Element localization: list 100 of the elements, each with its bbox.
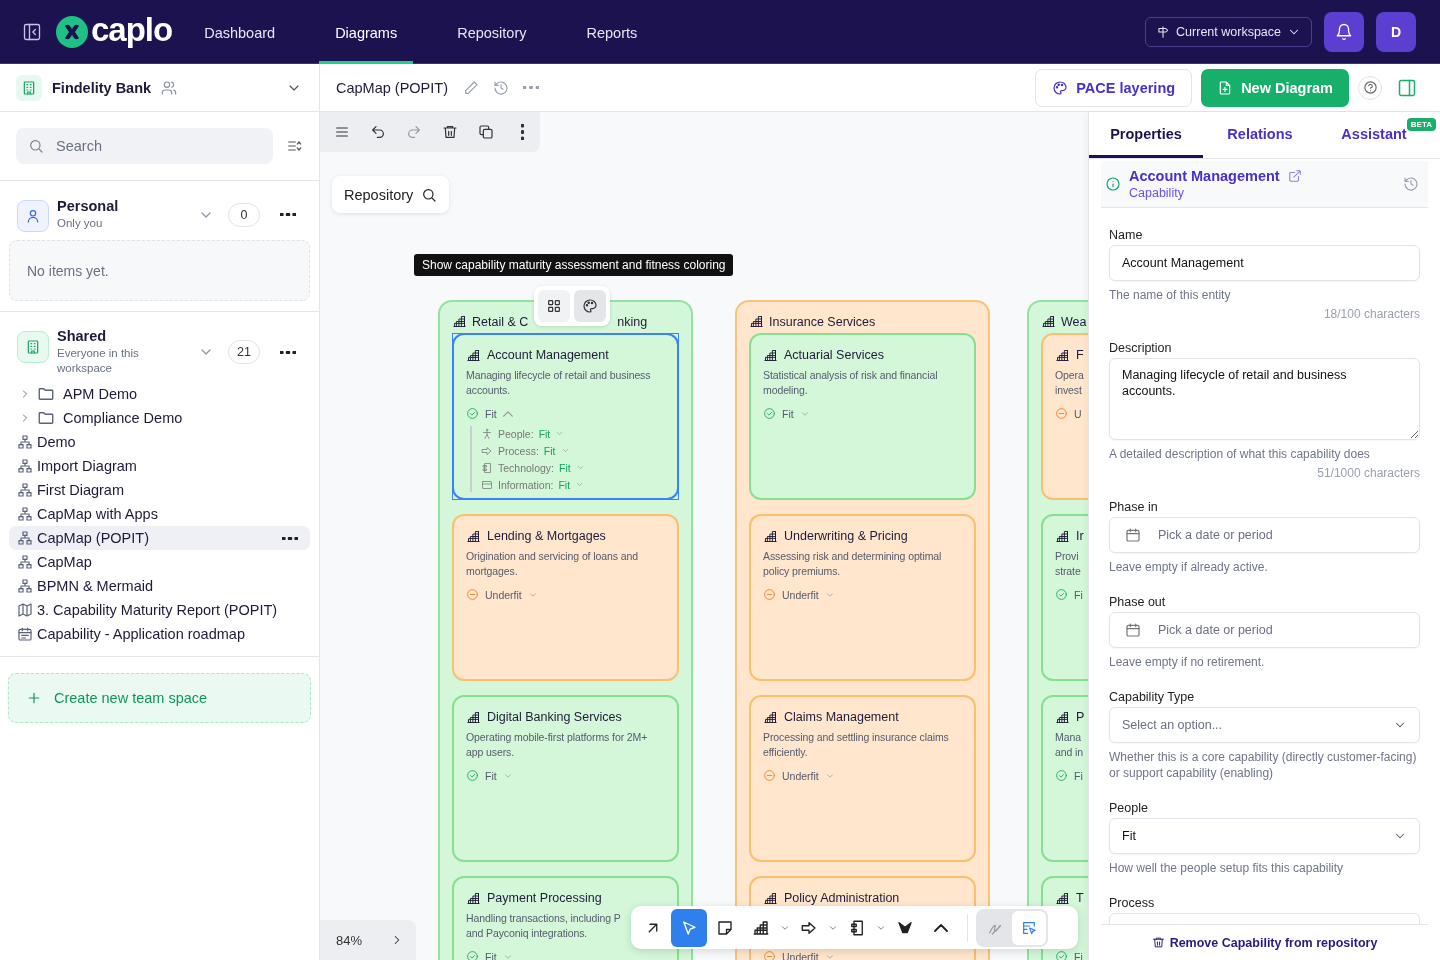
helper-text: A detailed description of what this capability does (1109, 446, 1371, 462)
layering-button[interactable]: PACE layering (1035, 68, 1193, 107)
bar-stack-icon (752, 918, 770, 937)
tree-item[interactable]: Import Diagram (9, 454, 310, 478)
minus-circle-icon (466, 588, 479, 601)
sidebar-toggle-button[interactable] (22, 21, 42, 42)
capability-card[interactable]: Ir Provi strate Fi (1041, 514, 1088, 681)
card-title: Ir (1076, 529, 1084, 543)
tree-item[interactable]: Compliance Demo (9, 406, 310, 430)
sticky-note-icon (716, 918, 734, 937)
panel-icon (1397, 77, 1417, 98)
avatar-button[interactable]: D (1376, 11, 1416, 52)
palette-view-button[interactable] (574, 290, 606, 322)
tree-item[interactable]: CapMap (9, 550, 310, 574)
capability-card[interactable]: Account Management Managing lifecycle of retail and business accounts. Fit People: Fit Process: Fit Technology: Fit Information: Fit (452, 333, 679, 500)
fitness-label: Fit (485, 950, 497, 960)
field-label: Phase out (1109, 595, 1167, 609)
fitness-label: Underfit (782, 769, 819, 782)
field-label: People (1109, 801, 1149, 815)
card-icon (481, 478, 493, 491)
card-title: Account Management (487, 348, 609, 362)
user-icon (25, 208, 41, 224)
bar-stack-icon (763, 347, 778, 363)
bar-stack-icon (466, 890, 481, 906)
plus-icon (26, 690, 42, 706)
nav-tab[interactable]: Diagrams (319, 2, 414, 64)
zoom-control[interactable]: 84% (320, 920, 416, 960)
folder-icon (37, 409, 55, 427)
notifications-button[interactable] (1324, 11, 1364, 52)
section-title: Personal (57, 198, 119, 214)
fitness-label: Underfit (782, 950, 819, 960)
select-field[interactable]: Fit (1109, 818, 1420, 854)
text-field[interactable]: Account Management (1109, 245, 1420, 281)
more-icon (523, 86, 539, 89)
tree-item[interactable]: CapMap with Apps (9, 502, 310, 526)
remove-button[interactable]: Remove Capability from repository (1151, 935, 1378, 950)
dimension-label: Process: (498, 444, 539, 457)
card-description: Assessing risk and determining optimal policy premiums. (763, 549, 942, 579)
character-counter: 51/1000 characters (1316, 466, 1420, 480)
capability-card[interactable]: Underwriting & Pricing Assessing risk and determining optimal policy premiums. Underfit (749, 514, 976, 681)
panel-tab[interactable]: Relations (1203, 112, 1317, 158)
bar-stack-icon (466, 347, 481, 363)
dimension-label: Information: (498, 478, 554, 491)
repository-button[interactable]: Repository (332, 176, 450, 213)
dimension-label: People: (498, 427, 534, 440)
tree-item[interactable]: Capability - Application roadmap (9, 622, 310, 646)
capability-card[interactable]: Digital Banking Services Operating mobile-first platforms for 2M+ app users. Fit (452, 695, 679, 862)
select-field[interactable]: Select an option... (1109, 707, 1420, 743)
card-description: Operating mobile-first platforms for 2M+ app users. (466, 730, 648, 760)
check-circle-icon (763, 407, 776, 420)
bar-stack-icon (1041, 314, 1056, 329)
calendar-icon (1125, 622, 1141, 638)
dimension-value: Fit (543, 444, 556, 457)
capability-card[interactable]: P Mana and in Fi (1041, 695, 1088, 862)
panel-tab[interactable]: Properties (1089, 112, 1203, 158)
capability-card[interactable]: Lending & Mortgages Origination and servicing of loans and mortgages. Underfit (452, 514, 679, 681)
capability-card[interactable]: Actuarial Services Statistical analysis of risk and financial modeling. Fit (749, 333, 976, 500)
capability-card[interactable]: F Opera invest U (1041, 333, 1088, 500)
beta-badge: BETA (1406, 118, 1436, 131)
bar-stack-icon (763, 528, 778, 544)
card-title: Underwriting & Pricing (784, 529, 908, 543)
workspace-name[interactable]: Findelity Bank (52, 79, 152, 96)
card-title: Digital Banking Services (487, 710, 622, 724)
grid-view-button[interactable] (538, 290, 570, 322)
tree-item[interactable]: BPMN & Mermaid (9, 574, 310, 598)
map-icon (17, 602, 33, 618)
fitness-label: Underfit (485, 588, 522, 601)
bar-stack-icon (1055, 709, 1070, 725)
tree-item[interactable]: Demo (9, 430, 310, 454)
date-field[interactable]: Pick a date or period (1109, 612, 1420, 648)
check-circle-icon (1055, 769, 1068, 782)
create-team-space-button[interactable]: Create new team space (8, 673, 311, 723)
group-title: nking (617, 314, 648, 329)
capability-card[interactable]: Claims Management Processing and settling insurance claims efficiently. Underfit (749, 695, 976, 862)
nav-tab[interactable]: Dashboard (188, 2, 292, 64)
tree-item[interactable]: 3. Capability Maturity Report (POPIT) (9, 598, 310, 622)
check-circle-icon (466, 407, 479, 420)
entity-name-link[interactable]: Account Management (1129, 168, 1280, 184)
arrow-icon (481, 444, 493, 457)
select-mode-button[interactable] (1012, 910, 1046, 945)
nav-tab[interactable]: Reports (570, 2, 654, 64)
calendar-icon (17, 626, 33, 642)
tree-item[interactable]: APM Demo (9, 382, 310, 406)
hierarchy-icon (17, 530, 33, 546)
group-title: Retail & C (472, 314, 529, 329)
tree-item[interactable]: CapMap (POPIT) (9, 526, 310, 550)
nav-tab[interactable]: Repository (441, 2, 543, 64)
hierarchy-icon (17, 554, 33, 570)
fitness-label: Fit (485, 407, 497, 420)
hierarchy-icon (17, 506, 33, 522)
tree-item[interactable]: First Diagram (9, 478, 310, 502)
hierarchy-icon (17, 434, 33, 450)
component-icon (481, 461, 493, 474)
search-field[interactable]: Search (16, 128, 273, 164)
workspace-dropdown[interactable]: Current workspace (1145, 16, 1312, 47)
pointer-icon (680, 918, 698, 937)
card-description: Mana and in (1055, 730, 1083, 760)
text-area[interactable]: Managing lifecycle of retail and business accounts. (1109, 358, 1420, 440)
group-title: Insurance Services (769, 314, 876, 329)
date-field[interactable]: Pick a date or period (1109, 517, 1420, 553)
